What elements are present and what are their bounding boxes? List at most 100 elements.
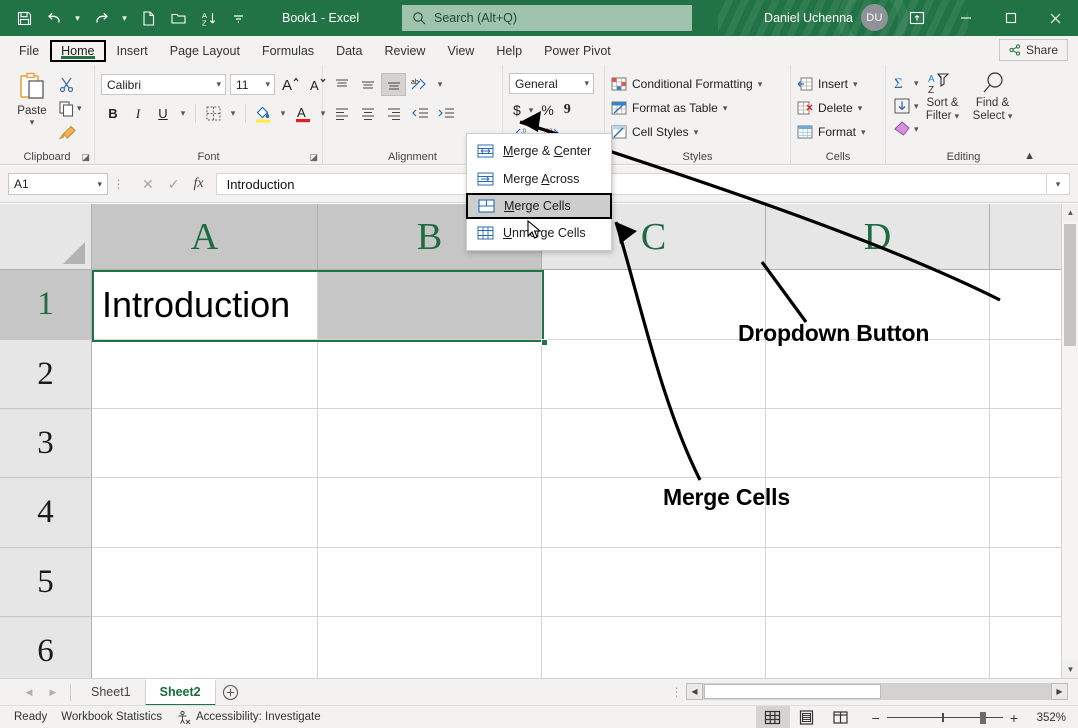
scroll-down-icon[interactable]: ▼ <box>1062 661 1078 678</box>
open-folder-icon[interactable] <box>164 5 192 31</box>
align-bottom-button[interactable] <box>381 73 406 96</box>
cell-d3[interactable] <box>766 409 990 478</box>
bold-button[interactable]: B <box>101 102 125 125</box>
borders-button[interactable] <box>201 102 225 125</box>
row-header-1[interactable]: 1 <box>0 270 92 340</box>
page-layout-view-icon[interactable] <box>790 706 824 728</box>
cell-b1[interactable] <box>318 270 542 340</box>
font-dialog-launcher[interactable]: ◪ <box>309 152 318 163</box>
add-sheet-button[interactable] <box>216 684 246 701</box>
cancel-icon[interactable]: ✕ <box>142 176 154 193</box>
tab-file[interactable]: File <box>8 40 50 62</box>
comma-style-button[interactable]: 9 <box>560 99 575 121</box>
italic-button[interactable]: I <box>126 102 150 125</box>
column-header-d[interactable]: D <box>766 204 990 270</box>
underline-button[interactable]: U <box>151 102 175 125</box>
tab-data[interactable]: Data <box>325 40 373 62</box>
cell-styles-button[interactable]: Cell Styles ▾ <box>611 121 762 143</box>
percent-button[interactable]: % <box>537 99 557 121</box>
cell-a4[interactable] <box>92 478 318 548</box>
menu-item-merge-cells[interactable]: Merge Cells <box>466 193 612 219</box>
zoom-out-button[interactable]: − <box>872 710 880 726</box>
copy-dropdown-icon[interactable]: ▾ <box>77 103 82 114</box>
number-format-select[interactable]: General ▾ <box>509 73 594 94</box>
clipboard-dialog-launcher[interactable]: ◪ <box>81 152 90 163</box>
vertical-scrollbar[interactable]: ▲ ▼ <box>1061 204 1078 678</box>
insert-cells-button[interactable]: Insert ▾ <box>797 73 866 95</box>
expand-formula-bar-button[interactable]: ▾ <box>1046 173 1070 195</box>
redo-icon[interactable] <box>87 5 115 31</box>
font-name-input[interactable]: Calibri ▾ <box>101 74 226 95</box>
insert-function-icon[interactable]: fx <box>193 176 203 192</box>
tab-review[interactable]: Review <box>373 40 436 62</box>
clear-button[interactable]: ▾ <box>892 118 919 140</box>
cell-styles-dropdown-icon[interactable]: ▾ <box>694 127 699 138</box>
cell-d2[interactable] <box>766 340 990 409</box>
zoom-slider-thumb[interactable] <box>980 712 986 724</box>
row-header-6[interactable]: 6 <box>0 617 92 678</box>
formula-input[interactable]: Introduction <box>216 173 1046 195</box>
conditional-formatting-dropdown-icon[interactable]: ▾ <box>758 79 763 90</box>
formula-bar-handle[interactable]: ⋮ <box>108 177 130 191</box>
undo-icon[interactable] <box>40 5 68 31</box>
increase-indent-button[interactable] <box>433 102 458 125</box>
tab-power-pivot[interactable]: Power Pivot <box>533 40 622 62</box>
orientation-dropdown-icon[interactable]: ▾ <box>433 73 447 96</box>
horizontal-scrollbar[interactable]: ◀ ▶ <box>686 683 1068 700</box>
cell-b3[interactable] <box>318 409 542 478</box>
scroll-up-icon[interactable]: ▲ <box>1062 204 1078 221</box>
search-input[interactable]: Search (Alt+Q) <box>402 5 692 31</box>
row-header-5[interactable]: 5 <box>0 548 92 617</box>
cell-b4[interactable] <box>318 478 542 548</box>
zoom-level[interactable]: 352% <box>1030 712 1066 724</box>
copy-button[interactable]: ▾ <box>58 97 82 120</box>
sheet-tab-sheet1[interactable]: Sheet1 <box>77 679 145 706</box>
row-header-2[interactable]: 2 <box>0 340 92 409</box>
cell-b2[interactable] <box>318 340 542 409</box>
cell-b5[interactable] <box>318 548 542 617</box>
cell-c6[interactable] <box>542 617 766 678</box>
workbook-statistics-button[interactable]: Workbook Statistics <box>61 711 162 723</box>
vertical-scroll-thumb[interactable] <box>1064 224 1076 346</box>
sheet-tab-sheet2[interactable]: Sheet2 <box>145 679 216 706</box>
orientation-button[interactable]: ab <box>407 73 432 96</box>
tab-insert[interactable]: Insert <box>106 40 159 62</box>
save-icon[interactable] <box>10 5 38 31</box>
cell-a5[interactable] <box>92 548 318 617</box>
close-button[interactable] <box>1033 0 1078 36</box>
font-size-dropdown-icon[interactable]: ▾ <box>265 79 270 90</box>
cell-a3[interactable] <box>92 409 318 478</box>
row-header-3[interactable]: 3 <box>0 409 92 478</box>
scroll-left-icon[interactable]: ◀ <box>686 683 703 700</box>
ribbon-display-options-icon[interactable] <box>891 0 943 36</box>
avatar[interactable]: DU <box>861 4 888 31</box>
zoom-slider[interactable] <box>887 712 1003 724</box>
cell-c3[interactable] <box>542 409 766 478</box>
paste-button[interactable]: Paste ▾ <box>6 68 58 128</box>
new-file-icon[interactable] <box>134 5 162 31</box>
delete-cells-dropdown-icon[interactable]: ▾ <box>858 103 863 114</box>
align-left-button[interactable] <box>329 102 354 125</box>
select-all-corner[interactable] <box>0 204 92 270</box>
font-size-input[interactable]: 11 ▾ <box>230 74 275 95</box>
sort-and-filter-button[interactable]: AZ Sort & Filter ▾ <box>919 68 967 123</box>
menu-item-merge-across[interactable]: Merge Across <box>467 165 611 193</box>
fill-color-dropdown-icon[interactable]: ▾ <box>276 102 290 125</box>
undo-dropdown-icon[interactable]: ▾ <box>70 5 85 31</box>
cell-c5[interactable] <box>542 548 766 617</box>
zoom-control[interactable]: − + <box>872 710 1018 726</box>
horizontal-scroll-thumb[interactable] <box>704 684 881 699</box>
currency-button[interactable]: $ <box>509 99 525 121</box>
share-button[interactable]: Share <box>999 39 1068 61</box>
account-area[interactable]: Daniel Uchenna DU <box>764 4 888 31</box>
tab-home[interactable]: Home <box>50 40 105 62</box>
underline-dropdown-icon[interactable]: ▾ <box>176 102 190 125</box>
cut-button[interactable] <box>58 73 82 96</box>
conditional-formatting-button[interactable]: Conditional Formatting ▾ <box>611 73 762 95</box>
align-center-button[interactable] <box>355 102 380 125</box>
name-box-dropdown-icon[interactable]: ▾ <box>97 179 102 190</box>
maximize-button[interactable] <box>988 0 1033 36</box>
align-right-button[interactable] <box>381 102 406 125</box>
next-sheet-icon[interactable]: ▶ <box>42 682 64 702</box>
page-break-view-icon[interactable] <box>824 706 858 728</box>
